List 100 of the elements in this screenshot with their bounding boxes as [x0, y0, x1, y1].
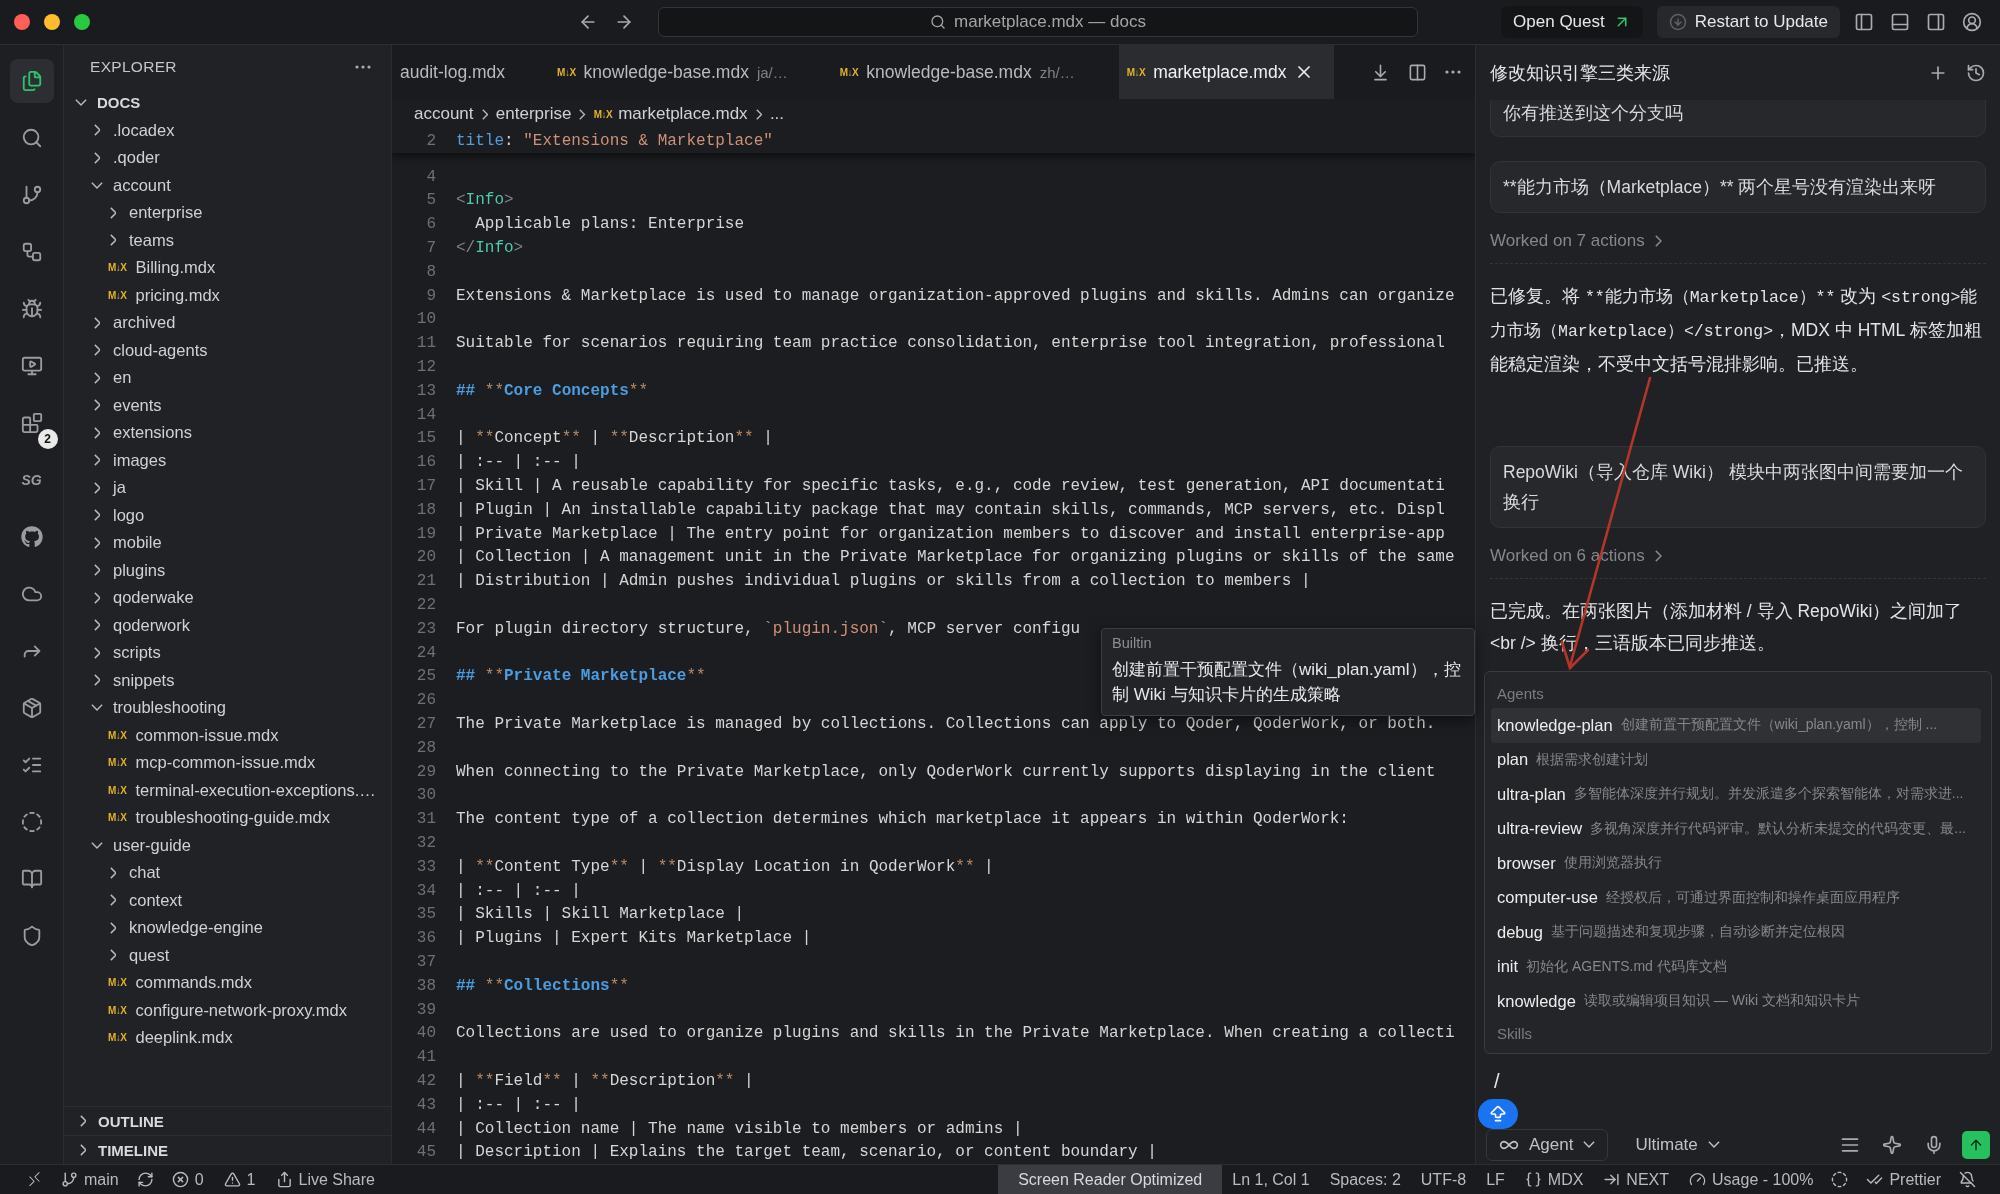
folder-item[interactable]: scripts: [64, 639, 391, 667]
folder-item[interactable]: enterprise: [64, 199, 391, 227]
activity-button[interactable]: SG: [9, 458, 54, 502]
line-number: 18: [415, 500, 437, 519]
menu-item[interactable]: computer-use 经授权后，可通过界面控制和操作桌面应用程序: [1491, 880, 1981, 915]
menu-item[interactable]: ultra-plan 多智能体深度并行规划。并发派遣多个探索智能体，对需求进...: [1491, 777, 1981, 812]
line-number: 32: [415, 834, 437, 852]
status-item[interactable]: MDX: [1514, 1164, 1594, 1194]
minimize-window-button[interactable]: [44, 14, 60, 30]
file-item[interactable]: M↓X mcp-common-issue.mdx: [64, 749, 391, 777]
package-icon: [20, 697, 43, 719]
line-number: 24: [415, 643, 437, 662]
folder-root[interactable]: DOCS: [64, 89, 391, 117]
status-item[interactable]: Spaces: 2: [1319, 1164, 1411, 1194]
folder-item[interactable]: snippets: [64, 666, 391, 694]
close-window-button[interactable]: [14, 14, 30, 30]
status-item[interactable]: UTF-8: [1410, 1164, 1477, 1194]
folder-item[interactable]: extensions: [64, 419, 391, 447]
status-item[interactable]: Usage - 100%: [1679, 1164, 1824, 1194]
folder-item[interactable]: events: [64, 391, 391, 419]
sticky-code-line: title: "Extensions & Marketplace": [456, 131, 773, 150]
status-item[interactable]: 0: [161, 1164, 214, 1194]
actions-toggle[interactable]: Worked on 7 actions: [1490, 231, 1986, 264]
menu-item[interactable]: plan 根据需求创建计划: [1491, 742, 1981, 777]
status-item[interactable]: Live Share: [265, 1164, 385, 1194]
menu-item[interactable]: browser 使用浏览器执行: [1491, 846, 1981, 881]
file-item[interactable]: M↓X configure-network-proxy.mdx: [64, 996, 391, 1024]
folder-item[interactable]: knowledge-engine: [64, 914, 391, 942]
folder-item[interactable]: qoderwake: [64, 584, 391, 612]
folder-item[interactable]: cloud-agents: [64, 336, 391, 364]
menu-item[interactable]: knowledge 读取或编辑项目知识 — Wiki 文档和知识卡片: [1491, 984, 1981, 1019]
status-item[interactable]: NEXT: [1593, 1164, 1680, 1194]
folder-item[interactable]: en: [64, 364, 391, 392]
line-number: 7: [425, 239, 437, 258]
editor-tab[interactable]: M↓X marketplace.mdx: [1118, 45, 1335, 99]
breadcrumb-item[interactable]: enterprise: [495, 104, 572, 124]
menu-item[interactable]: knowledge-plan 创建前置干预配置文件（wiki_plan.yaml），控制 ...: [1491, 708, 1981, 743]
folder-item[interactable]: logo: [64, 501, 391, 529]
arrow-button[interactable]: [1478, 1098, 1518, 1129]
line-number: 25: [415, 667, 437, 686]
zoom-window-button[interactable]: [74, 14, 90, 30]
file-item[interactable]: M↓X common-issue.mdx: [64, 721, 391, 749]
code-line: | Collection name | The name visible to members or admins |: [456, 1119, 1023, 1138]
file-item[interactable]: M↓X deeplink.mdx: [64, 1024, 391, 1052]
status-item[interactable]: Prettier: [1856, 1164, 1951, 1194]
extensions-icon: [20, 412, 43, 434]
menu-item[interactable]: init 初始化 AGENTS.md 代码库文档: [1491, 949, 1981, 984]
line-number: 40: [415, 1024, 437, 1043]
code-line: Collections are used to organize plugins and skills in the Private Marketplace. When creating a collecti: [456, 1024, 1455, 1043]
mode-dropdown[interactable]: Agent: [1486, 1128, 1609, 1161]
folder-item[interactable]: mobile: [64, 529, 391, 557]
update-button[interactable]: Restart to Update: [1656, 6, 1840, 38]
folder-item[interactable]: teams: [64, 226, 391, 254]
send-button[interactable]: [1962, 1130, 1990, 1159]
mdx-file-icon: M↓X: [108, 729, 127, 741]
activity-button[interactable]: [9, 59, 54, 103]
file-item[interactable]: M↓X Billing.mdx: [64, 254, 391, 282]
status-item[interactable]: Screen Reader Optimized: [998, 1164, 1223, 1194]
open-quest-button[interactable]: Open Quest: [1501, 6, 1643, 38]
command-search-field[interactable]: marketplace.mdx — docs: [658, 7, 1418, 37]
breadcrumb-item[interactable]: M↓X marketplace.mdx: [593, 104, 748, 124]
file-item[interactable]: M↓X commands.mdx: [64, 969, 391, 997]
breadcrumb-item[interactable]: ...: [769, 104, 785, 124]
section-header[interactable]: OUTLINE: [64, 1106, 391, 1135]
line-number: 30: [415, 786, 437, 805]
folder-item[interactable]: ja: [64, 474, 391, 502]
folder-item[interactable]: troubleshooting: [64, 694, 391, 722]
model-dropdown[interactable]: Ultimate: [1622, 1128, 1733, 1161]
folder-item[interactable]: archived: [64, 309, 391, 337]
breadcrumb-item[interactable]: account: [414, 104, 474, 124]
status-item[interactable]: Ln 1, Col 1: [1222, 1164, 1320, 1194]
mdx-file-icon: M↓X: [108, 289, 127, 301]
folder-item[interactable]: quest: [64, 941, 391, 969]
status-item[interactable]: main: [51, 1164, 129, 1194]
menu-item[interactable]: debug 基于问题描述和复现步骤，自动诊断并定位根因: [1491, 915, 1981, 950]
folder-item[interactable]: .locadex: [64, 116, 391, 144]
mdx-file-icon: M↓X: [108, 1004, 127, 1016]
editor-tab[interactable]: M↓X knowledge-base.mdx ja/…: [549, 45, 808, 99]
code-line: For plugin directory structure, `plugin.json`, MCP server configu: [456, 619, 1081, 638]
line-number: 42: [415, 1071, 437, 1090]
code-line: | Plugins | Expert Kits Marketplace |: [456, 929, 812, 948]
menu-item[interactable]: ultra-review 多视角深度并行代码评审。默认分析未提交的代码变更、最...: [1491, 811, 1981, 846]
folder-item[interactable]: plugins: [64, 556, 391, 584]
folder-item[interactable]: .qoder: [64, 144, 391, 172]
folder-item[interactable]: account: [64, 171, 391, 199]
file-item[interactable]: M↓X pricing.mdx: [64, 281, 391, 309]
editor-tab[interactable]: M↓X knowledge-base.mdx zh/…: [831, 45, 1095, 99]
file-item[interactable]: M↓X terminal-execution-exceptions.…: [64, 776, 391, 804]
folder-item[interactable]: context: [64, 886, 391, 914]
folder-item[interactable]: user-guide: [64, 831, 391, 859]
status-item[interactable]: LF: [1476, 1164, 1515, 1194]
editor-tab[interactable]: audit-log.mdx: [392, 45, 526, 99]
user-message: **能力市场（Marketplace）** 两个星号没有渲染出来呀: [1490, 161, 1986, 213]
message-input[interactable]: /: [1486, 1067, 1966, 1095]
folder-item[interactable]: qoderwork: [64, 611, 391, 639]
folder-item[interactable]: chat: [64, 859, 391, 887]
status-item[interactable]: 1: [213, 1164, 266, 1194]
file-item[interactable]: M↓X troubleshooting-guide.mdx: [64, 804, 391, 832]
line-number: 38: [415, 976, 437, 995]
folder-item[interactable]: images: [64, 446, 391, 474]
